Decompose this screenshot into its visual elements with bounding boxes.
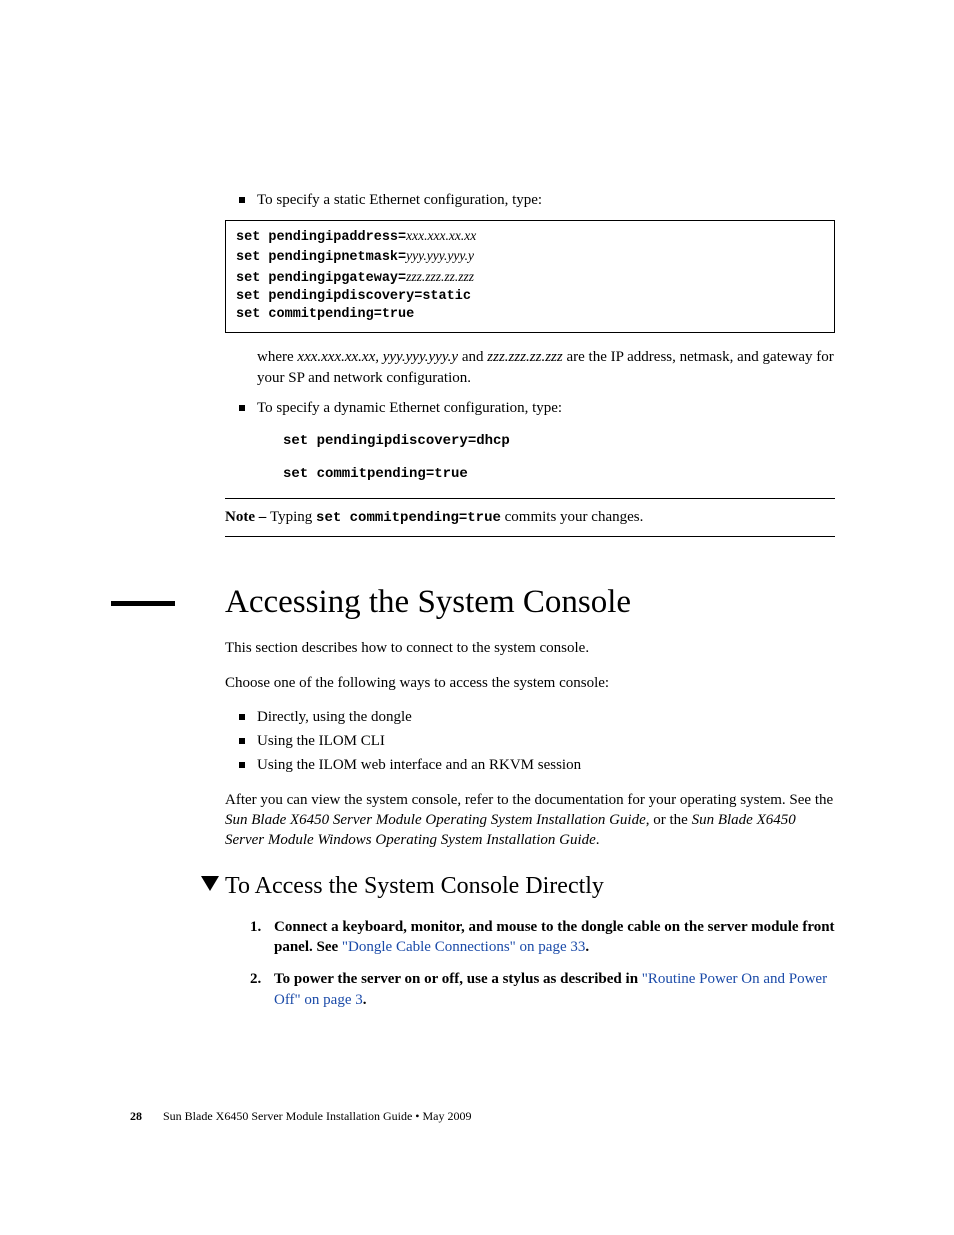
code-var: yyy.yyy.yyy.y <box>406 248 474 263</box>
way-item: Using the ILOM web interface and an RKVM… <box>225 755 835 775</box>
page-number: 28 <box>130 1109 142 1123</box>
code-var: zzz.zzz.zz.zzz <box>406 269 474 284</box>
way-item: Using the ILOM CLI <box>225 731 835 751</box>
code-var: xxx.xxx.xx.xx <box>406 228 476 243</box>
way-item: Directly, using the dongle <box>225 707 835 727</box>
bullet-icon <box>239 714 245 720</box>
code-line: set pendingipgateway= <box>236 271 406 286</box>
code-line: set pendingipdiscovery=static <box>236 288 824 306</box>
cmd-commit: set commitpending=true <box>283 465 835 484</box>
footer-title: Sun Blade X6450 Server Module Installati… <box>163 1109 472 1123</box>
after-paragraph: After you can view the system console, r… <box>225 790 835 851</box>
step-item: Connect a keyboard, monitor, and mouse t… <box>250 917 835 958</box>
bullet-text: To specify a dynamic Ethernet configurat… <box>257 400 562 416</box>
bullet-icon <box>239 405 245 411</box>
note-line: Note – Typing set commitpending=true com… <box>225 507 835 528</box>
page-footer: 28 Sun Blade X6450 Server Module Install… <box>130 1108 472 1124</box>
section-title: Accessing the System Console <box>225 583 835 623</box>
code-line: set pendingipaddress= <box>236 230 406 245</box>
bullet-icon <box>239 197 245 203</box>
triangle-down-icon <box>201 876 219 891</box>
section-marker <box>111 601 175 606</box>
note-rule-bottom <box>225 536 835 537</box>
bullet-dynamic-config: To specify a dynamic Ethernet configurat… <box>225 398 835 418</box>
code-line: set pendingipnetmask= <box>236 250 406 265</box>
intro-paragraph: Choose one of the following ways to acce… <box>225 673 835 693</box>
where-paragraph: where xxx.xxx.xx.xx, yyy.yyy.yyy.y and z… <box>257 347 835 388</box>
bullet-icon <box>239 762 245 768</box>
code-line: set commitpending=true <box>236 306 824 324</box>
cmd-dhcp: set pendingipdiscovery=dhcp <box>283 432 835 451</box>
bullet-text: To specify a static Ethernet configurati… <box>257 192 542 208</box>
link-dongle-connections[interactable]: "Dongle Cable Connections" on page 33 <box>342 939 585 955</box>
procedure-title: To Access the System Console Directly <box>225 870 835 902</box>
way-text: Using the ILOM CLI <box>257 733 385 749</box>
way-text: Directly, using the dongle <box>257 709 412 725</box>
step-item: To power the server on or off, use a sty… <box>250 969 835 1010</box>
bullet-icon <box>239 738 245 744</box>
note-rule-top <box>225 498 835 499</box>
way-text: Using the ILOM web interface and an RKVM… <box>257 757 581 773</box>
code-box-static: set pendingipaddress=xxx.xxx.xx.xx set p… <box>225 220 835 333</box>
intro-paragraph: This section describes how to connect to… <box>225 638 835 658</box>
bullet-static-config: To specify a static Ethernet configurati… <box>225 190 835 210</box>
